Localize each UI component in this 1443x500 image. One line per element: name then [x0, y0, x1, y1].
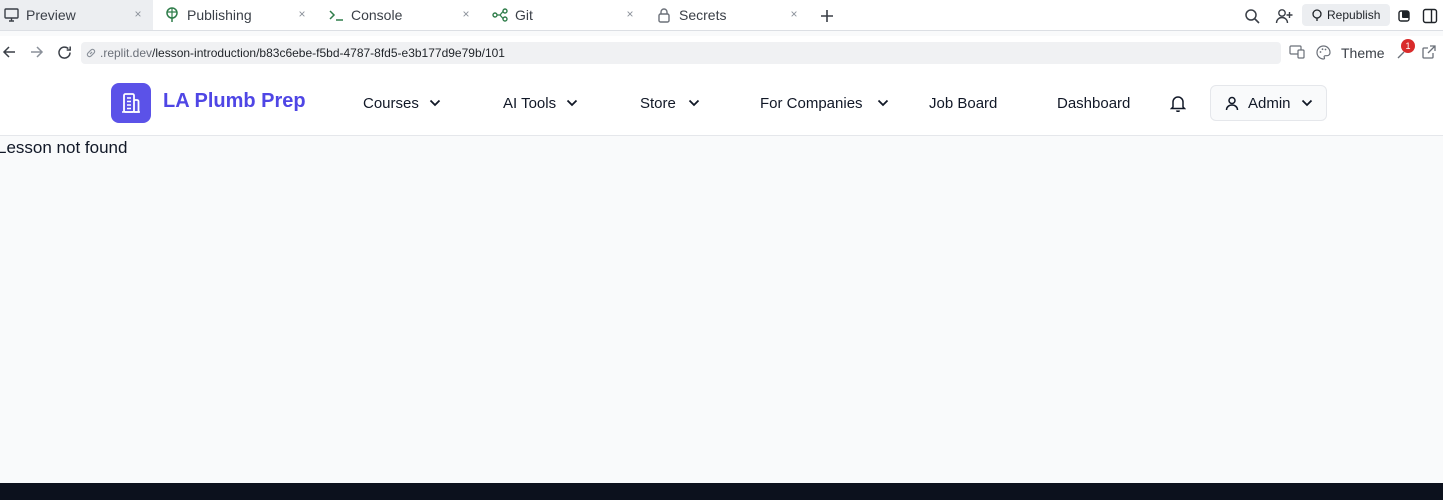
close-icon[interactable]: ×: [297, 8, 307, 20]
nav-label: AI Tools: [503, 94, 557, 112]
tab-secrets[interactable]: Secrets ×: [655, 0, 809, 30]
reload-icon[interactable]: [57, 45, 73, 61]
nav-label: For Companies: [760, 94, 863, 112]
logo-building-icon[interactable]: [111, 83, 151, 123]
close-icon[interactable]: ×: [133, 8, 143, 20]
brand-name[interactable]: LA Plumb Prep: [163, 90, 306, 113]
close-icon[interactable]: ×: [789, 8, 799, 20]
link-icon: [85, 47, 97, 59]
site-header: LA Plumb Prep Courses AI Tools Store For…: [0, 70, 1443, 136]
external-link-icon[interactable]: [1422, 45, 1438, 61]
user-icon: [1225, 96, 1239, 111]
close-icon[interactable]: ×: [625, 8, 635, 20]
nav-ai-tools[interactable]: AI Tools: [503, 94, 578, 112]
sidebar-toggle-icon[interactable]: [1420, 6, 1440, 26]
lock-icon: [655, 6, 673, 24]
nav-store[interactable]: Store: [640, 94, 700, 112]
nav-label: Dashboard: [1057, 94, 1131, 112]
republish-label: Republish: [1327, 8, 1381, 22]
close-icon[interactable]: ×: [461, 8, 471, 20]
tab-label: Preview: [26, 7, 76, 23]
lesson-not-found-message: Lesson not found: [0, 138, 128, 157]
back-arrow-icon[interactable]: [2, 45, 18, 61]
nav-for-companies[interactable]: For Companies: [760, 94, 889, 112]
terminal-icon: [327, 6, 345, 24]
globe-icon: [1312, 9, 1322, 21]
tab-preview[interactable]: Preview ×: [0, 0, 153, 30]
tab-git[interactable]: Git ×: [491, 0, 645, 30]
search-icon[interactable]: [1242, 6, 1262, 26]
footer: [0, 483, 1443, 500]
devices-icon[interactable]: [1289, 45, 1305, 61]
url-field[interactable]: .replit.dev /lesson-introduction/b83c6eb…: [81, 42, 1281, 64]
mobile-toggle-icon[interactable]: [1394, 6, 1414, 26]
address-bar-row: .replit.dev /lesson-introduction/b83c6eb…: [0, 36, 1443, 70]
tab-publishing[interactable]: Publishing ×: [163, 0, 317, 30]
tab-label: Publishing: [187, 7, 252, 23]
tab-console[interactable]: Console ×: [327, 0, 481, 30]
browser-tab-bar: Preview × Publishing × Console × Git × S…: [0, 0, 1443, 31]
theme-label[interactable]: Theme: [1341, 45, 1385, 61]
monitor-icon: [2, 6, 20, 24]
nav-courses[interactable]: Courses: [363, 94, 441, 112]
palette-icon[interactable]: [1316, 45, 1332, 61]
nav-job-board[interactable]: Job Board: [929, 94, 997, 112]
admin-menu-button[interactable]: Admin: [1210, 85, 1327, 121]
url-domain: .replit.dev: [100, 46, 153, 60]
nav-dashboard[interactable]: Dashboard: [1057, 94, 1130, 112]
tab-label: Git: [515, 7, 533, 23]
git-branch-icon: [491, 6, 509, 24]
forward-arrow-icon[interactable]: [30, 45, 46, 61]
url-path: /lesson-introduction/b83c6ebe-f5bd-4787-…: [152, 46, 505, 60]
chevron-down-icon: [1301, 99, 1313, 107]
invite-user-icon[interactable]: [1274, 6, 1294, 26]
balloon-icon: [163, 6, 181, 24]
new-tab-plus-icon[interactable]: [817, 6, 837, 26]
admin-label: Admin: [1248, 94, 1291, 112]
chevron-down-icon: [688, 97, 700, 109]
tab-label: Console: [351, 7, 403, 23]
nav-label: Courses: [363, 94, 419, 112]
republish-button[interactable]: Republish: [1302, 4, 1390, 26]
chevron-down-icon: [566, 97, 578, 109]
bell-icon[interactable]: [1169, 94, 1187, 113]
nav-label: Store: [640, 94, 676, 112]
tab-label: Secrets: [679, 7, 727, 23]
nav-label: Job Board: [929, 94, 998, 112]
notification-badge: 1: [1401, 39, 1415, 53]
chevron-down-icon: [429, 97, 441, 109]
chevron-down-icon: [877, 97, 889, 109]
